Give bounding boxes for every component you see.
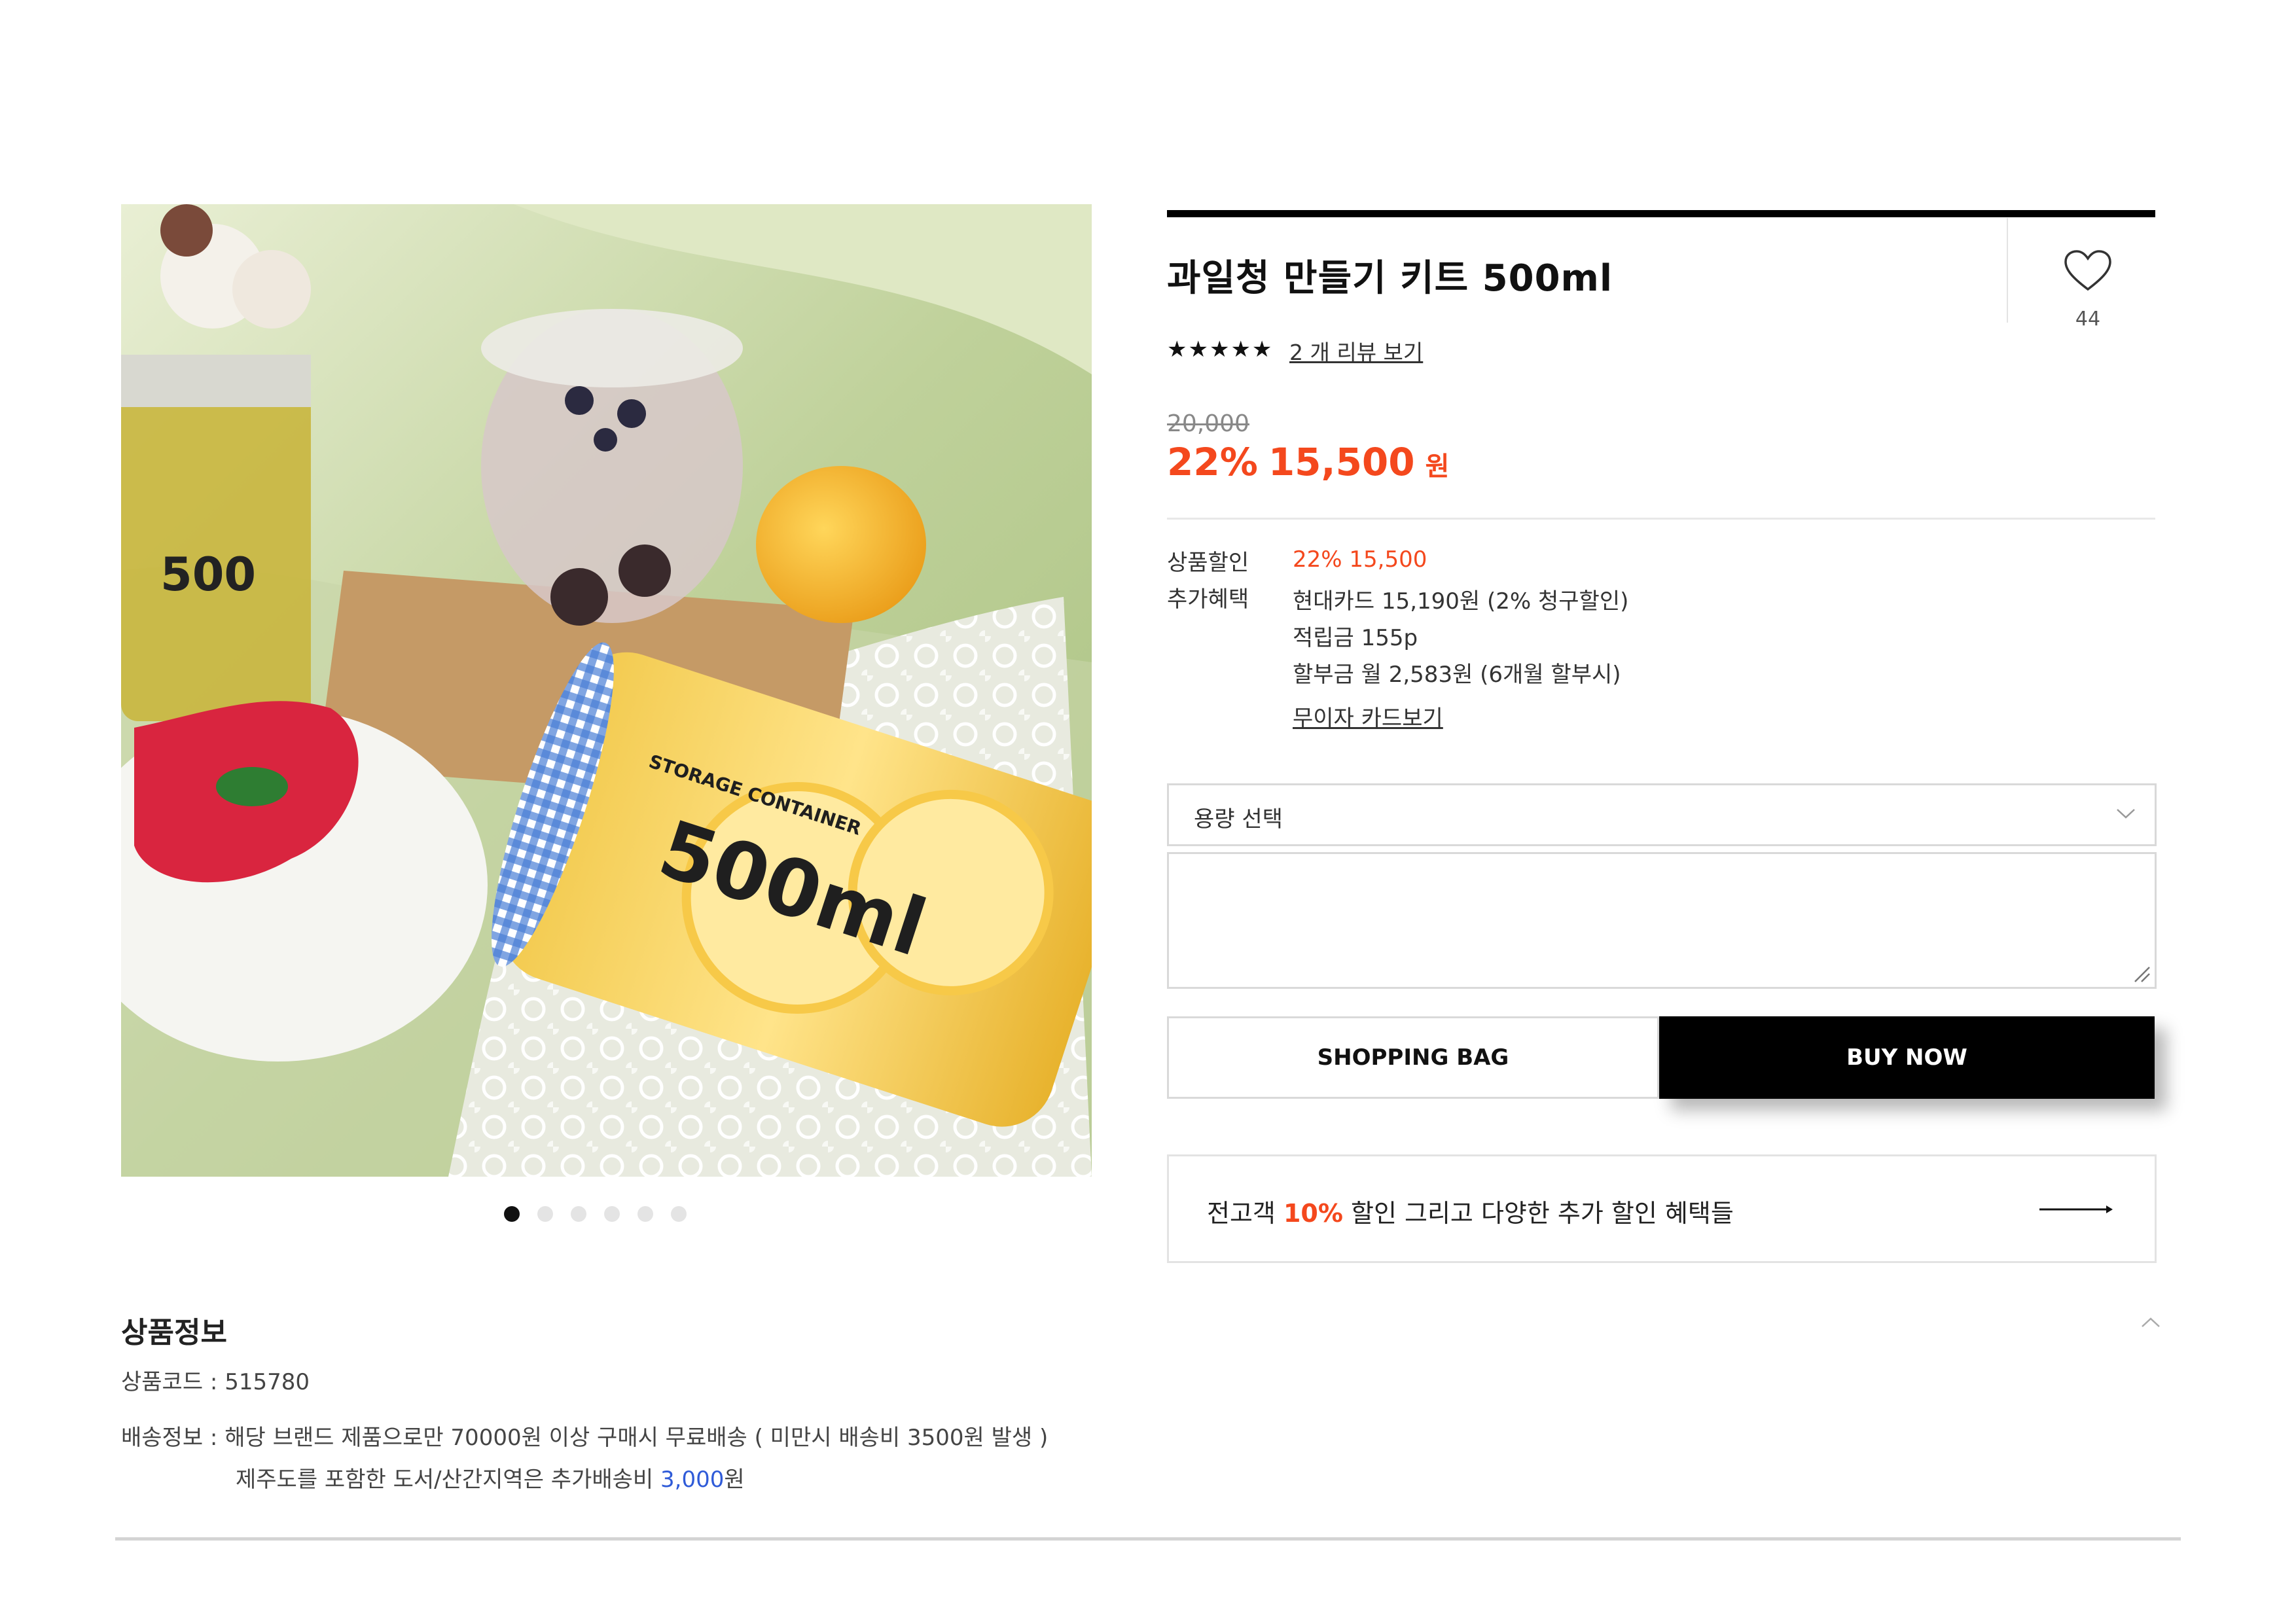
carousel-dot[interactable] [671, 1206, 687, 1222]
discount-value: 22% 15,500 [1293, 546, 1427, 573]
product-info-title: 상품정보 [121, 1316, 227, 1349]
original-price: 20,000 [1167, 410, 1249, 437]
capacity-select-label: 용량 선택 [1194, 806, 1283, 832]
shipping-extra-prefix: 제주도를 포함한 도서/산간지역은 추가배송비 [236, 1467, 661, 1493]
carousel-dot[interactable] [537, 1206, 553, 1222]
carousel-dot[interactable] [504, 1206, 520, 1222]
wishlist-divider [2007, 218, 2008, 323]
promo-banner[interactable]: 전고객 10% 할인 그리고 다양한 추가 할인 혜택들 [1167, 1154, 2157, 1263]
heart-icon[interactable] [2063, 249, 2113, 293]
image-carousel-dots [504, 1204, 687, 1224]
resize-grip-icon[interactable] [2131, 963, 2151, 983]
promo-text: 전고객 10% 할인 그리고 다양한 추가 할인 혜택들 [1207, 1193, 1734, 1229]
product-image: 500 500ml STORAGE CONTAINER [121, 204, 1092, 1177]
carousel-dot[interactable] [571, 1206, 586, 1222]
card-discount: 현대카드 15,190원 (2% 청구할인) [1293, 588, 1629, 615]
sale-price: 15,500 [1268, 440, 1415, 484]
review-link[interactable]: 2 개 리뷰 보기 [1289, 335, 1423, 366]
shopping-bag-button[interactable]: SHOPPING BAG [1167, 1016, 1659, 1099]
reward-points: 적립금 155p [1293, 625, 1418, 651]
buy-now-button[interactable]: BUY NOW [1659, 1016, 2155, 1099]
extra-benefit-label: 추가혜택 [1167, 586, 1249, 613]
carousel-dot[interactable] [637, 1206, 653, 1222]
product-code-value: 515780 [224, 1369, 310, 1395]
promo-accent: 10% [1283, 1199, 1343, 1228]
title-top-rule [1167, 210, 2155, 217]
shipping-extra-amount: 3,000 [660, 1467, 725, 1493]
interest-free-card-link[interactable]: 무이자 카드보기 [1293, 700, 1443, 732]
shipping-info: 배송정보 : 해당 브랜드 제품으로만 70000원 이상 구매시 무료배송 (… [121, 1419, 1048, 1452]
rating-stars: ★★★★★ [1167, 336, 1274, 363]
wishlist-count: 44 [2075, 308, 2101, 330]
product-title: 과일청 만들기 키트 500ml [1167, 257, 1613, 300]
product-code-label: 상품코드 : [121, 1369, 225, 1395]
capacity-select[interactable]: 용량 선택 [1167, 783, 2157, 846]
bottom-divider [115, 1537, 2181, 1541]
shipping-extra: 제주도를 포함한 도서/산간지역은 추가배송비 3,000원 [236, 1461, 745, 1493]
price-divider [1167, 518, 2155, 520]
shipping-label: 배송정보 : [121, 1425, 225, 1451]
promo-prefix: 전고객 [1207, 1199, 1283, 1228]
chevron-down-icon [2117, 809, 2135, 819]
arrow-right-icon [2039, 1205, 2113, 1213]
product-code: 상품코드 : 515780 [121, 1364, 310, 1396]
carousel-dot[interactable] [604, 1206, 620, 1222]
currency-unit: 원 [1425, 452, 1450, 482]
svg-text:500: 500 [160, 548, 256, 601]
promo-suffix: 할인 그리고 다양한 추가 할인 혜택들 [1342, 1199, 1734, 1228]
sale-price-row: 22% 15,500 원 [1167, 440, 1449, 484]
chevron-up-icon[interactable] [2140, 1315, 2161, 1330]
option-textarea[interactable] [1167, 852, 2157, 989]
discount-label: 상품할인 [1167, 550, 1249, 576]
discount-percent: 22% [1167, 440, 1258, 484]
shipping-text: 해당 브랜드 제품으로만 70000원 이상 구매시 무료배송 ( 미만시 배송… [224, 1425, 1049, 1451]
shipping-extra-suffix: 원 [724, 1467, 745, 1493]
installment-info: 할부금 월 2,583원 (6개월 할부시) [1293, 662, 1621, 688]
